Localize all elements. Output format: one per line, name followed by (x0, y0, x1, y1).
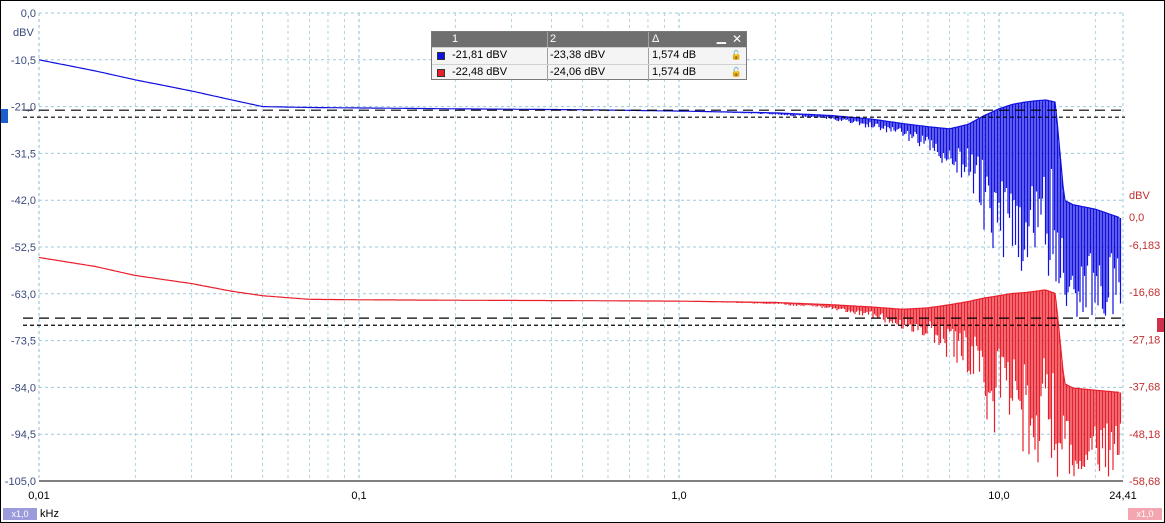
ch1-delta-value: 1,574 dB (652, 49, 697, 61)
ch2-cursor-2-value: -24,06 dBV (550, 66, 606, 78)
left-tick-label: -31,5 (11, 148, 36, 160)
right-scale-badge[interactable]: x1,0 (1128, 508, 1162, 520)
right-tick-label: -6,183 (1129, 240, 1160, 252)
x-tick-label: 10,0 (988, 490, 1009, 502)
left-scale-badge[interactable]: x1,0 (3, 508, 37, 520)
left-tick-label: -73,5 (11, 336, 36, 348)
spectrum-analyzer-window: 0,0 -10,5 -21,0 -31,5 -42,0 -52,5 -63,0 -73,5 -8… (0, 0, 1165, 523)
left-tick-label: -63,0 (11, 289, 36, 301)
right-tick-label: -48,18 (1129, 429, 1160, 441)
left-axis-ticks: 0,0 -10,5 -21,0 -31,5 -42,0 -52,5 -63,0 -73,5 -8… (5, 8, 36, 488)
header-cursor-2: 2 (550, 33, 557, 45)
x-tick-label: 1,0 (671, 490, 686, 502)
right-tick-label: -37,68 (1129, 382, 1160, 394)
left-tick-label: -10,5 (11, 55, 36, 67)
x-axis-unit: kHz (40, 508, 59, 520)
header-delta: Δ (652, 33, 660, 45)
left-tick-label: 0,0 (21, 8, 36, 20)
ch1-level-marker[interactable] (1, 109, 8, 123)
ch2-cursor-1-value: -22,48 dBV (452, 66, 508, 78)
cursor-row-ch2: -22,48 dBV -24,06 dBV 1,574 dB 🔓 (432, 64, 746, 81)
left-axis-unit: dBV (13, 27, 34, 39)
right-axis-ticks: 0,0 -6,183 -16,68 -27,18 -37,68 -48,18 -58,68 (1129, 212, 1160, 488)
left-tick-label: -42,0 (11, 195, 36, 207)
x-tick-label: 0,1 (351, 490, 366, 502)
ch1-noise-band (690, 99, 1122, 317)
right-tick-label: -58,68 (1129, 476, 1160, 488)
traces (38, 59, 1122, 477)
ch2-level-marker[interactable] (1157, 318, 1164, 332)
left-tick-label: -105,0 (5, 476, 36, 488)
cursor-readout-header: 1 2 Δ ▁ ✕ (432, 30, 746, 47)
lock-icon[interactable]: 🔓 (731, 67, 742, 78)
cursor-row-ch1: -21,81 dBV -23,38 dBV 1,574 dB 🔓 (432, 47, 746, 64)
right-tick-label: -16,68 (1129, 287, 1160, 299)
grid (38, 12, 1124, 482)
x-tick-label: 24,41 (1109, 490, 1137, 502)
minimize-icon[interactable]: ▁ (717, 30, 726, 44)
x-axis-ticks: 0,01 0,1 1,0 10,0 24,41 (28, 490, 1136, 502)
left-tick-label: -21,0 (11, 102, 36, 114)
lock-icon[interactable]: 🔓 (731, 50, 742, 61)
header-cursor-1: 1 (452, 33, 459, 45)
left-tick-label: -84,0 (11, 382, 36, 394)
right-tick-label: 0,0 (1129, 212, 1144, 224)
close-icon[interactable]: ✕ (732, 32, 742, 46)
ch2-swatch (437, 69, 445, 77)
ch1-cursor-2-value: -23,38 dBV (550, 49, 606, 61)
left-tick-label: -52,5 (11, 242, 36, 254)
ch1-cursor-1-value: -21,81 dBV (452, 49, 508, 61)
right-tick-label: -27,18 (1129, 334, 1160, 346)
ch1-swatch (437, 52, 445, 60)
right-axis-unit: dBV (1129, 190, 1150, 202)
cursor-readout-panel[interactable]: 1 2 Δ ▁ ✕ -21,81 dBV -23,38 dBV 1,574 dB… (431, 30, 747, 81)
x-tick-label: 0,01 (28, 490, 49, 502)
ch2-delta-value: 1,574 dB (652, 66, 697, 78)
left-tick-label: -94,5 (11, 429, 36, 441)
